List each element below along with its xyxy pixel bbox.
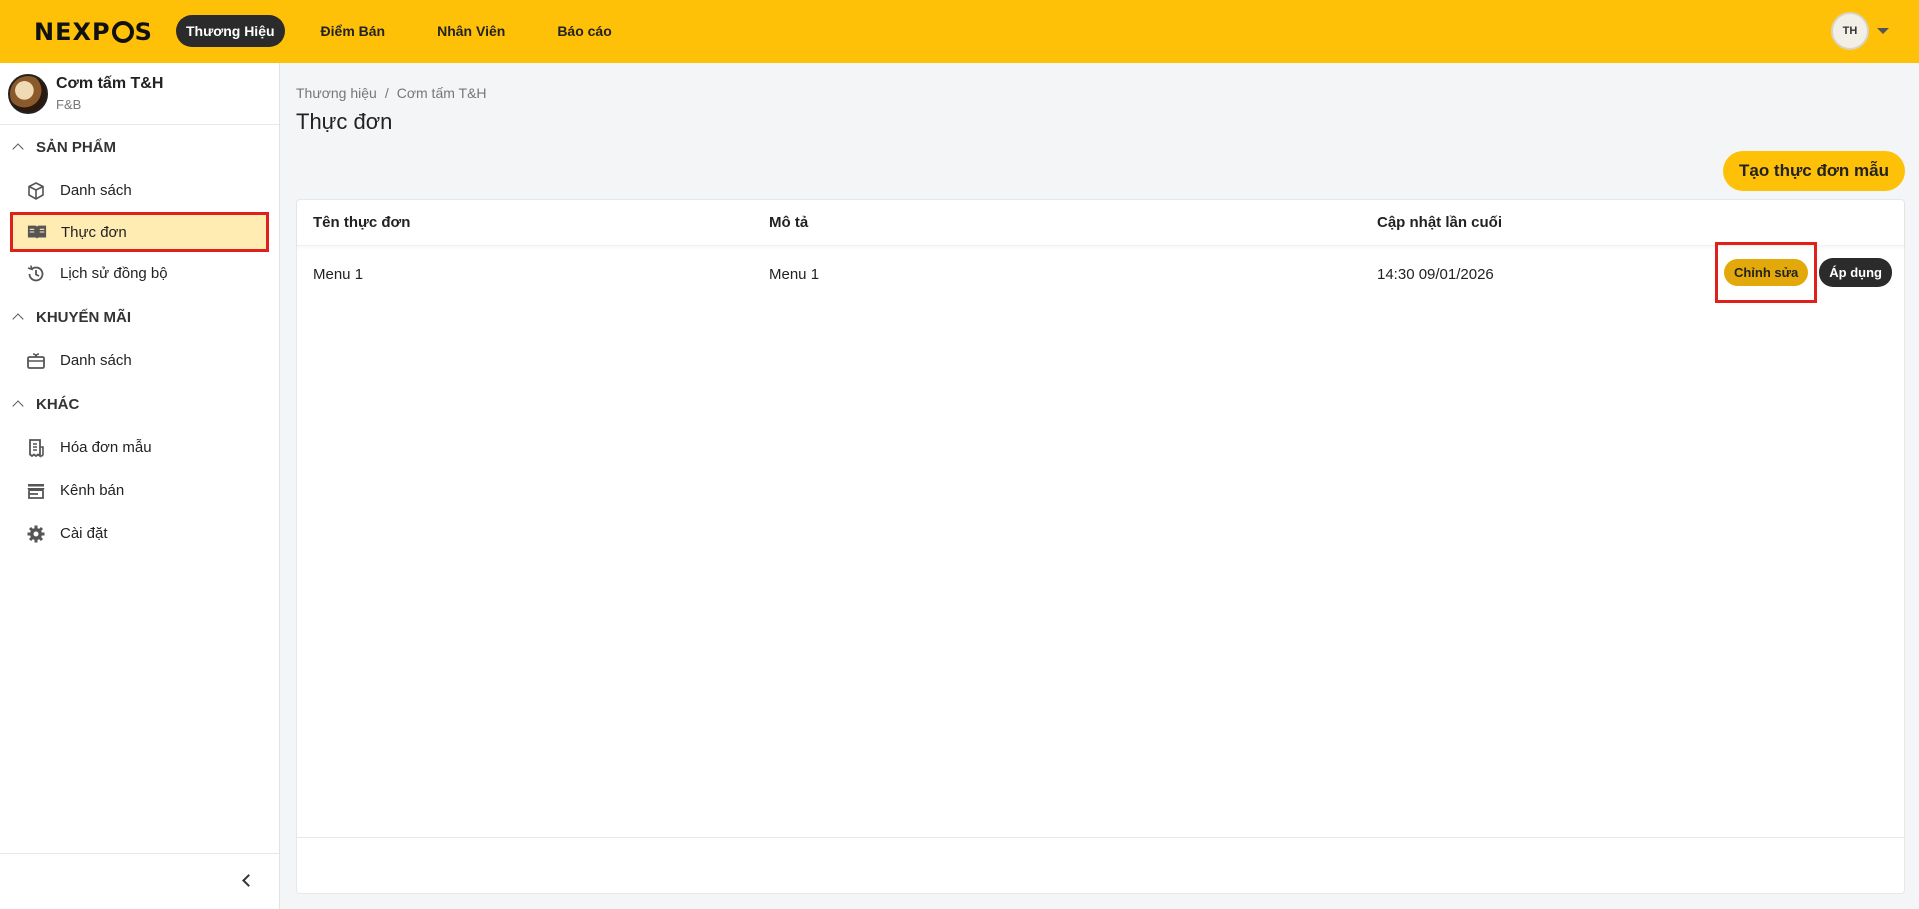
sidebar-item-thuc-don[interactable]: Thực đơn: [10, 212, 269, 252]
chevron-down-icon[interactable]: [1877, 28, 1889, 34]
section-khuyen-mai[interactable]: KHUYẾN MÃI: [0, 295, 279, 339]
chevron-up-icon: [12, 400, 24, 412]
logo-text-2: S: [134, 18, 153, 46]
sidebar-item-cai-dat[interactable]: Cài đặt: [0, 512, 279, 555]
sidebar-item-label: Danh sách: [60, 352, 132, 369]
sidebar-item-kenh-ban[interactable]: Kênh bán: [0, 469, 279, 512]
breadcrumb-brand[interactable]: Cơm tấm T&H: [397, 85, 487, 101]
sidebar-item-khuyen-mai-danh-sach[interactable]: Danh sách: [0, 339, 279, 382]
sidebar-item-label: Lịch sử đồng bộ: [60, 265, 168, 282]
avatar[interactable]: TH: [1831, 12, 1869, 50]
brand-type: F&B: [56, 97, 82, 112]
breadcrumb-separator: /: [384, 85, 389, 101]
chevron-left-icon[interactable]: [242, 874, 255, 887]
cell-updated: 14:30 09/01/2026: [1377, 265, 1494, 283]
sidebar-item-label: Thực đơn: [61, 223, 127, 241]
nav-thuong-hieu[interactable]: Thương Hiệu: [176, 15, 285, 47]
sidebar-item-label: Hóa đơn mẫu: [60, 439, 152, 456]
edit-button[interactable]: Chỉnh sửa: [1723, 259, 1809, 286]
table-footer: [297, 837, 1904, 893]
nav-nhan-vien[interactable]: Nhân Viên: [427, 15, 515, 47]
sidebar-item-label: Danh sách: [60, 182, 132, 199]
cell-name: Menu 1: [313, 265, 364, 283]
edit-highlight: Chỉnh sửa: [1714, 242, 1818, 303]
gear-icon: [26, 524, 46, 544]
store-icon: [26, 481, 46, 501]
chevron-up-icon: [12, 313, 24, 325]
sidebar-item-lich-su-dong-bo[interactable]: Lịch sử đồng bộ: [0, 252, 279, 295]
sidebar: Cơm tấm T&H F&B SẢN PHẨM Danh sách Thực …: [0, 63, 280, 909]
receipt-icon: [26, 438, 46, 458]
sidebar-item-san-pham-danh-sach[interactable]: Danh sách: [0, 169, 279, 212]
table-header: Tên thực đơn Mô tả Cập nhật lần cuối: [297, 200, 1904, 246]
sidebar-collapse: [0, 853, 279, 909]
header-updated: Cập nhật lần cuối: [1377, 214, 1503, 231]
sidebar-item-label: Kênh bán: [60, 482, 125, 499]
menu-table: Tên thực đơn Mô tả Cập nhật lần cuối Men…: [296, 199, 1905, 894]
section-san-pham[interactable]: SẢN PHẨM: [0, 125, 279, 169]
breadcrumb-thuong-hieu[interactable]: Thương hiệu: [296, 85, 377, 101]
section-title: SẢN PHẨM: [36, 138, 117, 156]
brand-info[interactable]: Cơm tấm T&H F&B: [0, 63, 279, 125]
nav-bao-cao[interactable]: Báo cáo: [547, 15, 621, 47]
brand-logo: [8, 73, 48, 114]
main-content: Thương hiệu / Cơm tấm T&H Thực đơn Tạo thự…: [296, 63, 1905, 894]
section-khac[interactable]: KHÁC: [0, 382, 279, 426]
brand-name: Cơm tấm T&H: [56, 75, 164, 92]
sidebar-item-label: Cài đặt: [60, 525, 108, 542]
logo-text-1: NEXP: [34, 18, 111, 46]
gift-card-icon: [26, 351, 46, 371]
box-icon: [26, 181, 46, 201]
header-name: Tên thực đơn: [313, 214, 411, 231]
breadcrumb: Thương hiệu / Cơm tấm T&H: [296, 85, 1905, 101]
section-title: KHUYẾN MÃI: [36, 308, 132, 326]
main-nav: Thương Hiệu Điểm Bán Nhân Viên Báo cáo: [176, 15, 654, 47]
page-title: Thực đơn: [296, 109, 393, 134]
table-row: Menu 1 Menu 1 14:30 09/01/2026 Chỉnh sửa…: [297, 242, 1904, 303]
header-description: Mô tả: [769, 214, 809, 231]
chevron-up-icon: [12, 143, 24, 155]
create-template-menu-button[interactable]: Tạo thực đơn mẫu: [1722, 151, 1905, 191]
nav-diem-ban[interactable]: Điểm Bán: [311, 15, 396, 47]
history-icon: [26, 264, 46, 284]
logo-o-icon: [111, 21, 134, 43]
menu-book-icon: [27, 222, 47, 242]
top-bar: NEXP S Thương Hiệu Điểm Bán Nhân Viên Báo…: [0, 0, 1919, 63]
sidebar-item-hoa-don-mau[interactable]: Hóa đơn mẫu: [0, 426, 279, 469]
row-actions: Chỉnh sửa Áp dụng: [1714, 242, 1892, 303]
section-title: KHÁC: [36, 395, 80, 413]
user-menu[interactable]: TH: [1831, 12, 1889, 50]
cell-description: Menu 1: [769, 265, 820, 283]
nexpos-logo[interactable]: NEXP S: [34, 18, 153, 46]
apply-button[interactable]: Áp dụng: [1819, 258, 1892, 287]
